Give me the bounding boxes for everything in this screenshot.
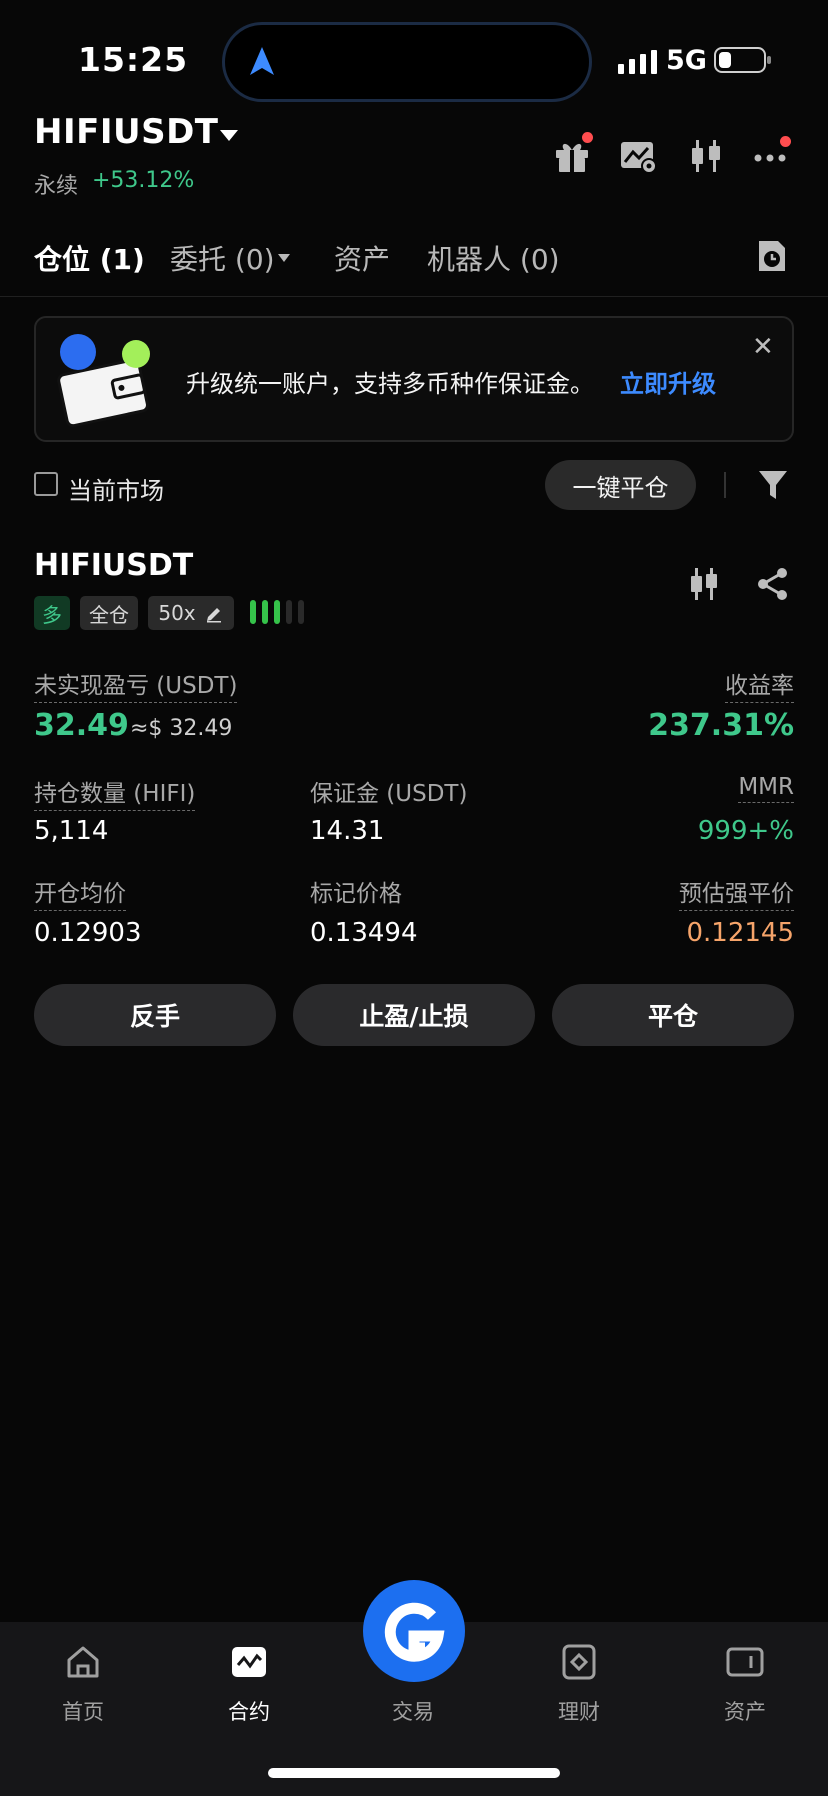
home-icon [67,1646,99,1678]
cellular-signal-icon [618,50,657,74]
navigation-arrow-icon [250,47,274,75]
candlestick-icon[interactable] [686,136,726,176]
side-badge: 多 [34,596,70,630]
position-size-label[interactable]: 持仓数量 (HIFI) [34,774,196,811]
margin-label: 保证金 (USDT) [310,781,468,807]
entry-price-value: 0.12903 [34,918,142,948]
wallet-icon [726,1647,764,1677]
dynamic-island [222,22,592,102]
battery-icon [714,47,771,73]
futures-icon [232,1647,266,1677]
nav-futures[interactable]: 合约 [194,1640,304,1750]
margin-mode-badge: 全仓 [80,596,138,630]
network-type: 5G [666,45,707,76]
nav-home-label: 首页 [62,1700,104,1724]
tpsl-button[interactable]: 止盈/止损 [293,984,535,1046]
current-market-label[interactable]: 当前市场 [68,471,164,506]
leverage-value: 50x [158,601,196,625]
reverse-button[interactable]: 反手 [34,984,276,1046]
entry-price-label[interactable]: 开仓均价 [34,874,126,911]
margin-value: 14.31 [310,816,385,846]
adl-indicator [250,600,310,624]
mmr-value: 999+% [697,816,794,846]
price-change: +53.12% [92,168,195,193]
status-time: 15:25 [78,40,189,79]
edit-icon [206,608,221,623]
nav-home[interactable]: 首页 [28,1640,138,1750]
chevron-down-icon[interactable] [278,254,290,262]
tab-assets[interactable]: 资产 [334,238,390,278]
share-icon[interactable] [756,566,790,606]
roe-value: 237.31% [648,708,794,743]
unrealized-pnl-value: 32.49 [34,708,129,743]
nav-assets[interactable]: 资产 [690,1640,800,1750]
upgrade-link[interactable]: 立即升级 [620,364,716,399]
chart-settings-icon[interactable] [618,136,658,176]
tab-bots[interactable]: 机器人 (0) [427,238,560,278]
more-icon[interactable] [752,136,792,176]
current-market-checkbox[interactable] [34,472,58,496]
close-all-button[interactable]: 一键平仓 [545,460,696,510]
position-size-value: 5,114 [34,816,109,846]
nav-earn-label: 理财 [558,1700,600,1724]
nav-assets-label: 资产 [724,1700,766,1724]
mmr-label[interactable]: MMR [738,774,794,803]
close-icon[interactable]: ✕ [752,332,774,362]
banner-text: 升级统一账户，支持多币种作保证金。 [186,370,594,398]
caret-down-icon[interactable] [220,130,238,141]
divider [724,472,726,498]
contract-type: 永续 [34,174,79,199]
wallet-illustration [57,334,150,428]
leverage-badge[interactable]: 50x [148,596,234,630]
liq-price-value: 0.12145 [686,918,794,948]
close-position-button[interactable]: 平仓 [552,984,794,1046]
mark-price-label: 标记价格 [310,881,402,907]
history-icon[interactable] [756,238,788,274]
nav-earn[interactable]: 理财 [524,1640,634,1750]
unrealized-pnl-label[interactable]: 未实现盈亏 (USDT) [34,666,238,703]
nav-futures-label: 合约 [228,1700,270,1724]
tab-positions[interactable]: 仓位 (1) [34,238,145,278]
position-symbol[interactable]: HIFIUSDT [34,548,193,583]
pair-selector[interactable]: HIFIUSDT [34,112,219,152]
unrealized-pnl-usd: ≈$ 32.49 [130,716,233,741]
gift-icon[interactable] [552,132,593,176]
filter-icon[interactable] [758,468,788,502]
nav-trade[interactable]: 交易 [358,1640,468,1750]
mark-price-value: 0.13494 [310,918,418,948]
earn-icon [562,1644,596,1680]
liq-price-label[interactable]: 预估强平价 [679,874,794,911]
roe-label[interactable]: 收益率 [725,666,794,703]
chart-icon[interactable] [686,566,722,606]
nav-trade-label: 交易 [392,1700,434,1724]
tab-orders[interactable]: 委托 (0) [170,238,275,278]
tabs-divider [0,296,828,297]
home-indicator [268,1768,560,1778]
